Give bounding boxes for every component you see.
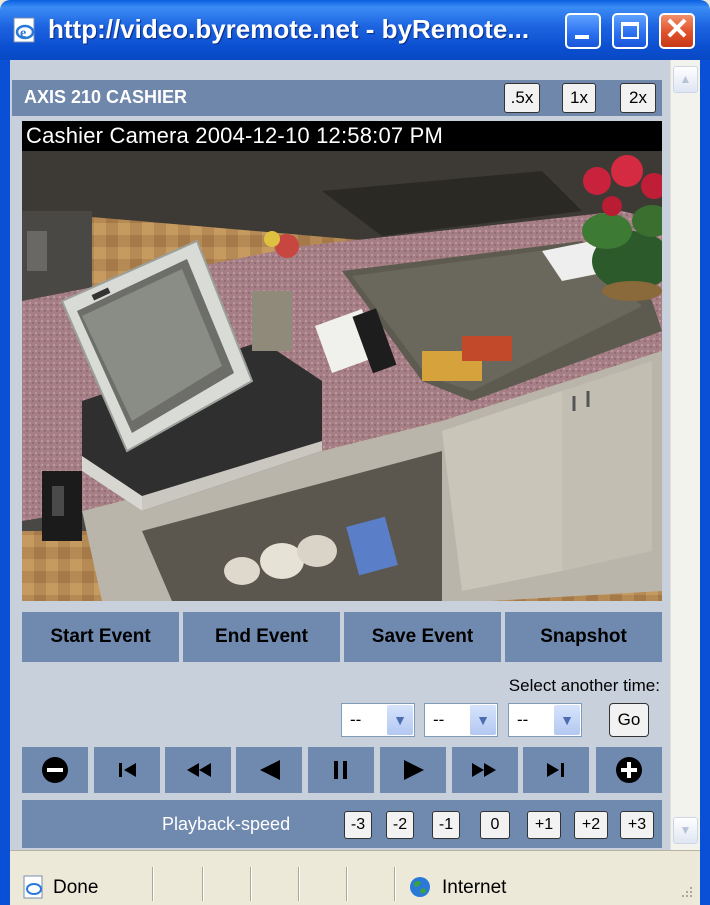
time-select-3-value: -- (517, 710, 529, 729)
rewind-icon (187, 763, 211, 777)
zoom-2x-button[interactable]: 2x (620, 83, 656, 113)
speed-minus-3-button[interactable]: -3 (344, 811, 372, 839)
speed-plus-3-button[interactable]: +3 (620, 811, 654, 839)
ie-page-icon (23, 875, 43, 899)
fast-forward-icon (472, 763, 496, 777)
status-bar: Done Internet (10, 850, 700, 905)
camera-title: AXIS 210 CASHIER (24, 87, 188, 107)
chevron-down-icon[interactable]: ▼ (554, 705, 580, 735)
time-select-1-value: -- (350, 710, 362, 729)
camera-video-feed (22, 151, 662, 601)
close-button[interactable]: ✕ (659, 13, 695, 49)
start-event-button[interactable]: Start Event (22, 612, 179, 662)
vertical-scrollbar[interactable]: ▲ ▼ (670, 60, 700, 850)
maximize-button[interactable] (612, 13, 648, 49)
camera-header: AXIS 210 CASHIER .5x 1x 2x (12, 80, 662, 116)
fast-forward-button[interactable] (452, 747, 518, 793)
save-event-button[interactable]: Save Event (344, 612, 501, 662)
zoom-in-icon (616, 757, 642, 783)
video-caption: Cashier Camera 2004-12-10 12:58:07 PM (22, 121, 662, 151)
skip-to-start-button[interactable] (94, 747, 160, 793)
step-back-icon (260, 760, 280, 780)
title-bar[interactable]: e http://video.byremote.net - byRemote..… (0, 0, 710, 60)
time-select-2[interactable]: -- ▼ (424, 703, 498, 737)
end-event-button[interactable]: End Event (183, 612, 340, 662)
minimize-icon (575, 35, 589, 39)
security-zone-label: Internet (442, 877, 507, 898)
playback-speed-label: Playback-speed (162, 814, 291, 834)
minimize-button[interactable] (565, 13, 601, 49)
maximize-icon (621, 22, 639, 39)
zoom-1x-button[interactable]: 1x (562, 83, 596, 113)
speed-plus-2-button[interactable]: +2 (574, 811, 608, 839)
close-icon: ✕ (664, 13, 690, 46)
ie-page-icon: e (13, 17, 35, 43)
status-divider (394, 867, 396, 901)
snapshot-button[interactable]: Snapshot (505, 612, 662, 662)
status-divider (346, 867, 348, 901)
camera-scene (22, 151, 662, 601)
scroll-up-icon[interactable]: ▲ (673, 66, 698, 93)
chevron-down-icon[interactable]: ▼ (387, 705, 413, 735)
time-select-2-value: -- (433, 710, 445, 729)
status-divider (152, 867, 154, 901)
skip-to-start-icon (119, 763, 136, 777)
time-select-1[interactable]: -- ▼ (341, 703, 415, 737)
window-frame-right (700, 60, 710, 905)
zoom-out-icon (42, 757, 68, 783)
pause-button[interactable] (308, 747, 374, 793)
skip-to-end-button[interactable] (523, 747, 589, 793)
status-divider (298, 867, 300, 901)
chevron-down-icon[interactable]: ▼ (470, 705, 496, 735)
svg-text:e: e (20, 26, 26, 41)
select-time-label: Select another time: (508, 676, 660, 695)
speed-0-button[interactable]: 0 (480, 811, 510, 839)
window-frame-left (0, 60, 10, 905)
speed-minus-2-button[interactable]: -2 (386, 811, 414, 839)
zoom-in-button[interactable] (596, 747, 662, 793)
skip-to-end-icon (547, 763, 564, 777)
rewind-button[interactable] (165, 747, 231, 793)
step-back-button[interactable] (236, 747, 302, 793)
window-title: http://video.byremote.net - byRemote... (48, 14, 530, 44)
zoom-out-button[interactable] (22, 747, 88, 793)
play-button[interactable] (380, 747, 446, 793)
playback-controls (22, 747, 662, 793)
time-select-3[interactable]: -- ▼ (508, 703, 582, 737)
play-icon (404, 760, 424, 780)
zoom-half-button[interactable]: .5x (504, 83, 540, 113)
pause-icon (334, 761, 347, 779)
event-button-row: Start Event End Event Save Event Snapsho… (22, 612, 662, 662)
speed-minus-1-button[interactable]: -1 (432, 811, 460, 839)
resize-grip-icon[interactable] (678, 883, 694, 899)
speed-plus-1-button[interactable]: +1 (527, 811, 561, 839)
playback-speed-bar: Playback-speed -3 -2 -1 0 +1 +2 +3 (22, 800, 662, 848)
status-divider (250, 867, 252, 901)
status-text: Done (53, 877, 99, 898)
globe-icon (410, 877, 430, 897)
scroll-down-icon[interactable]: ▼ (673, 817, 698, 844)
go-button[interactable]: Go (609, 703, 649, 737)
status-divider (202, 867, 204, 901)
